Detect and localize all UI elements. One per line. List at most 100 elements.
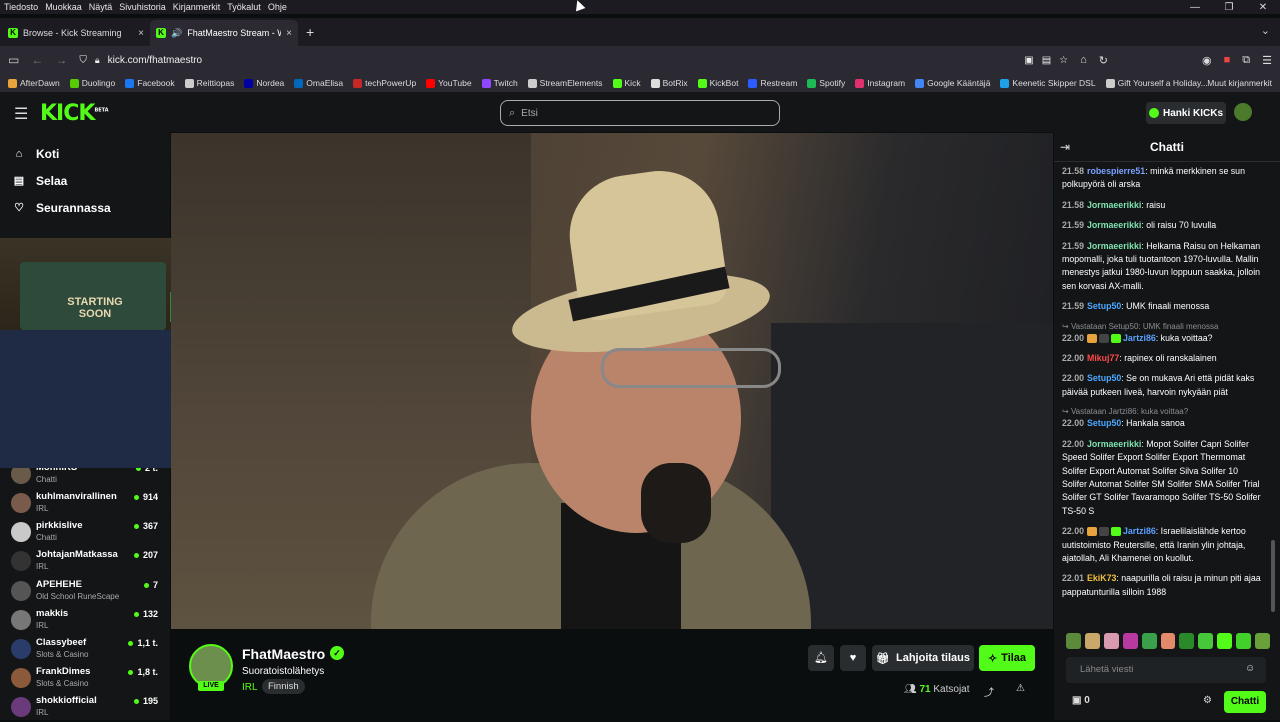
sidebar-channel-item[interactable]: kuhlmanvirallinen IRL 914 bbox=[8, 489, 160, 518]
sidebar-channel-item[interactable]: FrankDimes Slots & Casino 1,8 t. bbox=[8, 664, 160, 693]
extensions-icon[interactable]: ⧉ bbox=[1242, 54, 1250, 67]
home-icon[interactable]: ⌂ bbox=[1080, 54, 1087, 67]
chat-scrollbar[interactable] bbox=[1271, 540, 1275, 612]
gift-sub-button[interactable]: 🎁︎ Lahjoita tilaus bbox=[872, 645, 974, 671]
sidebar-item-following[interactable]: ♡ Seurannassa bbox=[0, 194, 170, 221]
kick-logo[interactable]: KICKBETA bbox=[40, 101, 109, 126]
bookmark-item[interactable]: techPowerUp bbox=[353, 78, 416, 88]
sidebar-channel-item[interactable]: Classybeef Slots & Casino 1,1 t. bbox=[8, 635, 160, 664]
new-tab-button[interactable]: + bbox=[306, 24, 314, 40]
chat-username[interactable]: Mikuj77 bbox=[1087, 353, 1119, 363]
menu-item[interactable]: Muokkaa bbox=[45, 2, 82, 12]
chat-username[interactable]: Setup50 bbox=[1087, 301, 1121, 311]
bookmark-item[interactable]: Twitch bbox=[481, 78, 518, 88]
menu-item[interactable]: Ohje bbox=[268, 2, 287, 12]
chat-username[interactable]: Setup50 bbox=[1087, 373, 1121, 383]
bookmark-item[interactable]: Nordea bbox=[244, 78, 284, 88]
bookmark-item[interactable]: Facebook bbox=[125, 78, 175, 88]
bookmark-item[interactable]: Instagram bbox=[855, 78, 905, 88]
restore-icon[interactable]: ❐ bbox=[1212, 0, 1246, 18]
picture-icon[interactable]: ▣ bbox=[1024, 55, 1033, 66]
menu-item[interactable]: Näytä bbox=[89, 2, 113, 12]
sidebar-channel-item[interactable]: APEHEHE Old School RuneScape 7 bbox=[8, 577, 160, 606]
chat-username[interactable]: Jartzi86 bbox=[1123, 333, 1156, 343]
menu-hamburger-icon[interactable]: ☰ bbox=[14, 104, 28, 124]
emote-icon[interactable] bbox=[1255, 633, 1270, 649]
emoji-picker-icon[interactable]: ☺ bbox=[1245, 663, 1255, 674]
emote-icon[interactable] bbox=[1217, 633, 1233, 649]
follow-button[interactable]: ♥ bbox=[840, 645, 866, 671]
emote-icon[interactable] bbox=[1084, 633, 1100, 649]
emote-icon[interactable] bbox=[1141, 633, 1157, 649]
close-window-icon[interactable]: ✕ bbox=[1246, 0, 1280, 18]
menu-item[interactable]: Tiedosto bbox=[4, 2, 38, 12]
search-input[interactable]: ⌕ Etsi bbox=[500, 100, 780, 126]
menu-item[interactable]: Kirjanmerkit bbox=[173, 2, 221, 12]
tab-browse-kick[interactable]: K Browse - Kick Streaming × bbox=[2, 20, 150, 46]
bookmark-item[interactable]: OmaElisa bbox=[294, 78, 343, 88]
minimize-icon[interactable]: — bbox=[1178, 0, 1212, 18]
sidebar-toggle-icon[interactable]: ▭ bbox=[8, 53, 19, 67]
url-bar[interactable]: ⛉ 🔒︎ kick.com/fhatmaestro ▣ ▤ ☆ bbox=[79, 49, 1068, 71]
menu-item[interactable]: Työkalut bbox=[227, 2, 261, 12]
tab-close-icon[interactable]: × bbox=[286, 28, 292, 39]
sidebar-item-browse[interactable]: ▤ Selaa bbox=[0, 167, 170, 194]
back-icon[interactable]: ← bbox=[31, 53, 43, 67]
send-chat-button[interactable]: Chatti bbox=[1224, 691, 1266, 713]
bookmark-item[interactable]: AfterDawn bbox=[8, 78, 60, 88]
other-bookmarks[interactable]: Muut kirjanmerkit bbox=[1207, 78, 1272, 88]
chat-username[interactable]: Jormaeerikki bbox=[1087, 241, 1141, 251]
account-icon[interactable]: ◉ bbox=[1202, 54, 1212, 67]
get-kicks-button[interactable]: Hanki KICKs bbox=[1146, 102, 1226, 124]
url-text[interactable]: kick.com/fhatmaestro bbox=[108, 55, 202, 66]
bookmark-item[interactable]: StreamElements bbox=[527, 78, 603, 88]
tab-fhatmaestro[interactable]: K 🔊 FhatMaestro Stream - Watc × bbox=[150, 20, 298, 46]
app-menu-icon[interactable]: ☰ bbox=[1262, 54, 1272, 67]
chat-settings-gear-icon[interactable]: ⚙ bbox=[1203, 695, 1212, 706]
emote-icon[interactable] bbox=[1103, 633, 1119, 649]
chat-username[interactable]: Jartzi86 bbox=[1123, 526, 1156, 536]
notification-bell-button[interactable]: 🔔︎ bbox=[808, 645, 834, 671]
report-icon[interactable]: ⚠ bbox=[1016, 683, 1025, 694]
emote-icon[interactable] bbox=[1179, 633, 1195, 649]
subscribe-button[interactable]: ✧ Tilaa bbox=[979, 645, 1035, 671]
bookmark-item[interactable]: Google Kääntäjä bbox=[915, 78, 990, 88]
emote-icon[interactable] bbox=[1236, 633, 1252, 649]
forward-icon[interactable]: → bbox=[55, 53, 67, 67]
bookmark-item[interactable]: Keenetic Skipper DSL bbox=[1000, 78, 1096, 88]
list-tabs-chevron-icon[interactable]: ⌄ bbox=[1261, 24, 1270, 37]
bookmark-item[interactable]: Kick bbox=[612, 78, 641, 88]
channel-name[interactable]: FhatMaestro bbox=[242, 646, 325, 662]
bookmark-item[interactable]: Reittiopas bbox=[184, 78, 234, 88]
chat-input[interactable]: Lähetä viesti bbox=[1066, 657, 1266, 683]
chat-username[interactable]: Jormaeerikki bbox=[1087, 220, 1141, 230]
bookmark-item[interactable]: KickBot bbox=[697, 78, 738, 88]
menu-item[interactable]: Sivuhistoria bbox=[119, 2, 166, 12]
sidebar-channel-item[interactable]: pirkkislive Chatti 367 bbox=[8, 518, 160, 547]
sidebar-item-home[interactable]: ⌂ Koti bbox=[0, 140, 170, 167]
chat-username[interactable]: Setup50 bbox=[1087, 418, 1121, 428]
bookmark-item[interactable]: Restream bbox=[748, 78, 797, 88]
emote-icon[interactable] bbox=[1066, 633, 1081, 649]
lock-icon[interactable]: 🔒︎ bbox=[95, 55, 100, 66]
video-player[interactable] bbox=[171, 133, 1053, 629]
bookmark-item[interactable]: Spotify bbox=[807, 78, 845, 88]
emote-icon[interactable] bbox=[1122, 633, 1138, 649]
bookmark-item[interactable]: YouTube bbox=[426, 78, 472, 88]
reload-icon[interactable]: ↻ bbox=[1099, 54, 1108, 67]
share-icon[interactable]: ⤴ bbox=[984, 684, 994, 699]
chat-username[interactable]: EkiK73 bbox=[1087, 573, 1116, 583]
emote-icon[interactable] bbox=[1198, 633, 1214, 649]
shield-icon[interactable]: ⛉ bbox=[79, 55, 87, 66]
reader-icon[interactable]: ▤ bbox=[1042, 55, 1051, 66]
bookmark-item[interactable]: BotRix bbox=[650, 78, 688, 88]
stream-tag[interactable]: Finnish bbox=[262, 679, 305, 694]
chat-username[interactable]: Jormaeerikki bbox=[1087, 439, 1141, 449]
speaker-icon[interactable]: 🔊 bbox=[171, 28, 182, 39]
chat-username[interactable]: robespierre51 bbox=[1087, 166, 1145, 176]
stream-category[interactable]: IRL bbox=[242, 682, 258, 693]
bookmark-item[interactable]: Duolingo bbox=[69, 78, 115, 88]
sidebar-channel-item[interactable]: makkis IRL 132 bbox=[8, 606, 160, 635]
user-avatar[interactable] bbox=[1234, 103, 1252, 121]
sidebar-channel-item[interactable]: shokkiofficial IRL 195 bbox=[8, 693, 160, 722]
